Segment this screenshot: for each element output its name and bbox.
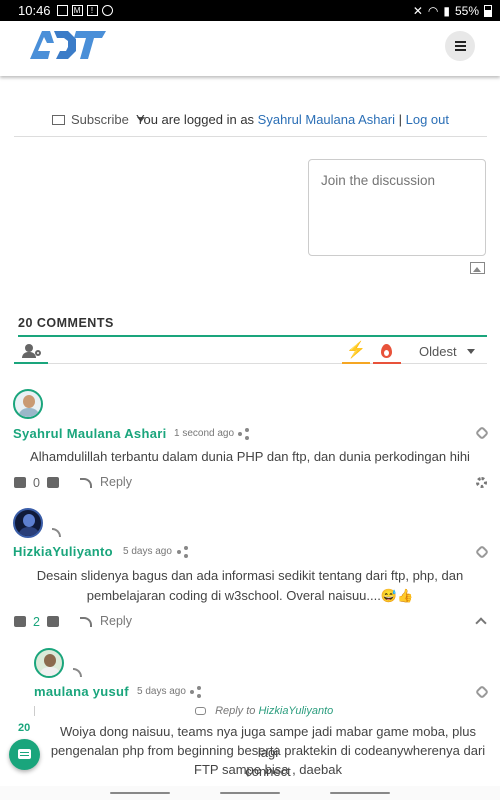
reply-bubble-icon <box>195 707 206 716</box>
site-header <box>0 21 500 76</box>
avatar-head <box>23 395 35 408</box>
reply-button[interactable]: Reply <box>100 614 132 628</box>
comments-count: 20 COMMENTS <box>18 316 487 337</box>
battery-icon <box>484 4 492 17</box>
comment-text-line: Desain slidenya bagus dan ada informasi … <box>36 568 464 583</box>
comment-time[interactable]: 1 second ago <box>174 428 234 439</box>
discussion-input[interactable] <box>308 159 486 256</box>
avatar-body <box>18 527 40 536</box>
warning-icon: ! <box>86 5 98 16</box>
reply-to-prefix: Reply to <box>215 705 256 717</box>
comment-text: Alhamdulillah terbantu dalam dunia PHP d… <box>30 449 470 464</box>
user-gear-icon <box>35 350 41 356</box>
side-comment-count: 20 <box>18 722 31 734</box>
comment-author[interactable]: HizkiaYuliyanto <box>13 544 113 559</box>
avatar[interactable] <box>34 648 64 678</box>
chat-icon-lines <box>20 752 29 753</box>
nav-back[interactable] <box>330 792 390 794</box>
logged-in-prefix: You are logged in as <box>135 112 255 127</box>
logout-link[interactable]: Log out <box>406 112 449 127</box>
status-time: 10:46 <box>18 3 51 18</box>
subscribe-dropdown[interactable]: Subscribe <box>52 112 145 127</box>
share-icon[interactable] <box>190 686 201 698</box>
reply-to-author[interactable]: HizkiaYuliyanto <box>258 705 333 717</box>
user-profile-link[interactable]: Syahrul Maulana Ashari <box>258 112 395 127</box>
reply-icon[interactable] <box>80 478 92 488</box>
comment-time[interactable]: 5 days ago <box>137 686 186 697</box>
avatar-head <box>44 654 56 667</box>
comment-text-line: FTP sampe bisa , daebak <box>194 762 342 777</box>
nav-home[interactable] <box>220 792 280 794</box>
lightning-icon: ⚡ <box>346 342 366 359</box>
thumbs-up-icon[interactable] <box>14 616 26 627</box>
hamburger-icon <box>454 41 466 51</box>
sync-icon <box>101 5 113 16</box>
sort-bar: ⚡ Oldest <box>14 341 487 364</box>
comment-time[interactable]: 5 days ago <box>123 546 172 557</box>
vote-count: 2 <box>33 615 40 629</box>
gallery-icon <box>56 5 68 16</box>
permalink-icon[interactable] <box>474 425 490 441</box>
tab-hottest[interactable]: ⚡ <box>342 341 370 364</box>
rss-icon <box>52 528 61 537</box>
comments-fab-button[interactable] <box>9 739 40 770</box>
envelope-icon <box>52 114 65 125</box>
nav-recents[interactable] <box>110 792 170 794</box>
comment-text-line: pembelajaran coding di w3school. Overal … <box>86 588 414 603</box>
subscribe-bar: Subscribe You are logged in as Syahrul M… <box>14 112 487 137</box>
permalink-icon[interactable] <box>474 544 490 560</box>
android-nav-bar <box>0 786 500 800</box>
reply-button[interactable]: Reply <box>100 475 132 489</box>
thread-line <box>34 706 35 716</box>
chat-icon <box>18 749 31 759</box>
status-bar: 10:46 M ! ✕ ◠ ▮ 55% <box>0 0 500 21</box>
login-status: You are logged in as Syahrul Maulana Ash… <box>136 112 449 127</box>
wifi-icon: ◠ <box>427 3 439 18</box>
thumbs-up-icon[interactable] <box>14 477 26 488</box>
reply-to: Reply to HizkiaYuliyanto <box>195 705 333 717</box>
share-icon[interactable] <box>238 428 249 440</box>
signal-icon: ▮ <box>443 3 450 18</box>
sort-label: Oldest <box>419 344 457 359</box>
menu-button[interactable] <box>445 31 475 61</box>
site-logo[interactable] <box>30 29 106 66</box>
caret-down-icon <box>466 349 475 354</box>
avatar-body <box>18 408 40 417</box>
tab-most-reacted[interactable] <box>373 341 401 364</box>
subscribe-label: Subscribe <box>71 112 129 127</box>
status-right: ✕ ◠ ▮ 55% <box>413 4 492 18</box>
comment-author[interactable]: Syahrul Maulana Ashari <box>13 426 167 441</box>
avatar[interactable] <box>13 508 43 538</box>
login-separator: | <box>398 112 402 127</box>
collapse-chevron-icon[interactable] <box>475 617 487 629</box>
sort-dropdown[interactable]: Oldest <box>419 344 475 359</box>
user-icon <box>25 344 33 352</box>
permalink-icon[interactable] <box>474 684 490 700</box>
user-icon-body <box>22 352 36 358</box>
gear-icon[interactable] <box>476 477 487 488</box>
flame-icon <box>381 344 392 358</box>
image-upload-icon[interactable] <box>470 262 485 274</box>
battery-level: 55% <box>454 3 479 18</box>
avatar[interactable] <box>13 389 43 419</box>
reply-icon[interactable] <box>80 617 92 627</box>
comment-author[interactable]: maulana yusuf <box>34 684 129 699</box>
thumbs-down-icon[interactable] <box>47 477 59 488</box>
rss-icon <box>73 668 82 677</box>
vote-count: 0 <box>33 476 40 490</box>
avatar-head <box>23 514 35 527</box>
share-icon[interactable] <box>177 546 188 558</box>
user-settings-tab[interactable] <box>14 341 48 364</box>
mail-icon: M <box>71 5 83 16</box>
thumbs-down-icon[interactable] <box>47 616 59 627</box>
mute-icon: ✕ <box>412 3 423 18</box>
avatar-body <box>39 667 61 676</box>
